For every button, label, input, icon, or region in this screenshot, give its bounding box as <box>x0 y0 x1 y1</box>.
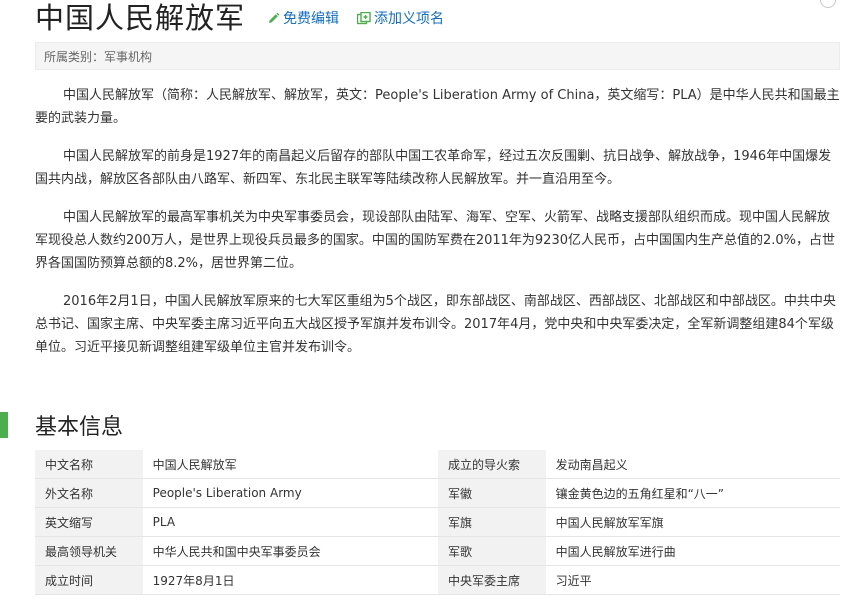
section-title: 基本信息 <box>35 415 124 440</box>
info-value: 中国人民解放军 <box>142 450 438 479</box>
info-label: 最高领导机关 <box>35 536 143 566</box>
info-label: 成立的导火索 <box>437 450 546 479</box>
title-row: 中国人民解放军 免费编辑 添加义项名 <box>35 0 444 36</box>
top-right-circle-control[interactable] <box>820 0 836 8</box>
edit-link[interactable]: 免费编辑 <box>267 8 339 28</box>
info-label: 军徽 <box>437 478 546 508</box>
category-prefix: 所属类别： <box>44 49 105 64</box>
paragraph: 2016年2月1日，中国人民解放军原来的七大军区重组为5个战区，即东部战区、南部… <box>35 294 836 355</box>
info-value: 习近平 <box>545 565 840 595</box>
table-row: 最高领导机关 中华人民共和国中央军事委员会 军歌 中国人民解放军进行曲 <box>35 536 840 566</box>
info-value: PLA <box>142 507 438 537</box>
category-link[interactable]: 军事机构 <box>104 48 152 65</box>
info-label: 中央军委主席 <box>437 565 546 595</box>
table-row: 中文名称 中国人民解放军 成立的导火索 发动南昌起义 <box>35 450 840 479</box>
paragraph: 中国人民解放军的前身是1927年的南昌起义后留存的部队中国工农革命军，经过五次反… <box>35 149 832 187</box>
info-label: 中文名称 <box>35 450 143 479</box>
info-value: People's Liberation Army <box>142 478 438 508</box>
info-value: 中国人民解放军军旗 <box>545 507 840 537</box>
add-meaning-label: 添加义项名 <box>374 11 445 27</box>
add-meaning-icon <box>357 11 371 24</box>
section-accent-bar <box>0 412 8 438</box>
article-content: 中国人民解放军（简称：人民解放军、解放军，英文：People's Liberat… <box>35 84 840 374</box>
edit-label: 免费编辑 <box>283 11 340 27</box>
pencil-icon <box>269 12 280 23</box>
basic-info-heading: 基本信息 <box>0 410 123 440</box>
add-meaning-link[interactable]: 添加义项名 <box>357 8 444 28</box>
info-value: 中国人民解放军进行曲 <box>545 536 840 566</box>
table-row: 英文缩写 PLA 军旗 中国人民解放军军旗 <box>35 507 840 537</box>
table-row: 成立时间 1927年8月1日 中央军委主席 习近平 <box>35 565 840 595</box>
info-label: 成立时间 <box>35 565 143 595</box>
info-label: 外文名称 <box>35 478 143 508</box>
info-label: 英文缩写 <box>35 507 143 537</box>
paragraph: 中国人民解放军的最高军事机关为中央军事委员会，现设部队由陆军、海军、空军、火箭军… <box>35 210 836 271</box>
paragraph: 中国人民解放军（简称：人民解放军、解放军，英文：People's Liberat… <box>35 88 840 126</box>
info-value: 镶金黄色边的五角红星和“八一” <box>545 478 840 508</box>
info-value: 中华人民共和国中央军事委员会 <box>142 536 438 566</box>
info-value: 1927年8月1日 <box>142 565 438 595</box>
category-bar: 所属类别： 军事机构 <box>35 42 840 70</box>
info-value: 发动南昌起义 <box>545 450 840 479</box>
table-row: 外文名称 People's Liberation Army 军徽 镶金黄色边的五… <box>35 478 840 508</box>
info-label: 军歌 <box>437 536 546 566</box>
page-title: 中国人民解放军 <box>35 1 246 35</box>
basic-info-table: 中文名称 中国人民解放军 成立的导火索 发动南昌起义 外文名称 People's… <box>35 450 840 595</box>
info-label: 军旗 <box>437 507 546 537</box>
